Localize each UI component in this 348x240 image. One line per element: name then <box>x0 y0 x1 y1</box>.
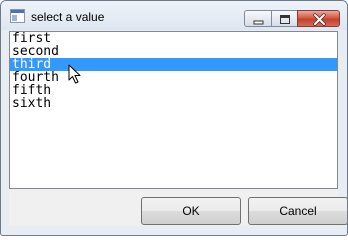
title-bar[interactable]: select a value <box>1 1 347 30</box>
maximize-button[interactable] <box>271 10 297 27</box>
minimize-button[interactable] <box>244 10 271 27</box>
list-item[interactable]: fifth <box>10 84 337 97</box>
app-window-icon <box>10 9 25 23</box>
cancel-button[interactable]: Cancel <box>248 197 347 225</box>
list-item[interactable]: second <box>10 45 337 58</box>
list-item[interactable]: fourth <box>10 71 337 84</box>
list-item-selected[interactable]: third <box>10 58 337 71</box>
list-item[interactable]: first <box>10 32 337 45</box>
caption-buttons <box>244 10 340 27</box>
dialog-client-area: first second third fourth fifth sixth OK… <box>9 31 347 226</box>
list-item[interactable]: sixth <box>10 97 337 110</box>
close-button[interactable] <box>297 10 340 27</box>
minimize-icon <box>253 20 264 25</box>
maximize-icon <box>280 15 290 24</box>
window-title: select a value <box>31 10 105 24</box>
ok-button[interactable]: OK <box>141 197 241 225</box>
close-icon <box>313 13 326 26</box>
dialog-window: select a value first second third fourth… <box>0 0 348 236</box>
mouse-pointer-icon <box>68 64 81 84</box>
value-listbox[interactable]: first second third fourth fifth sixth <box>9 31 338 189</box>
